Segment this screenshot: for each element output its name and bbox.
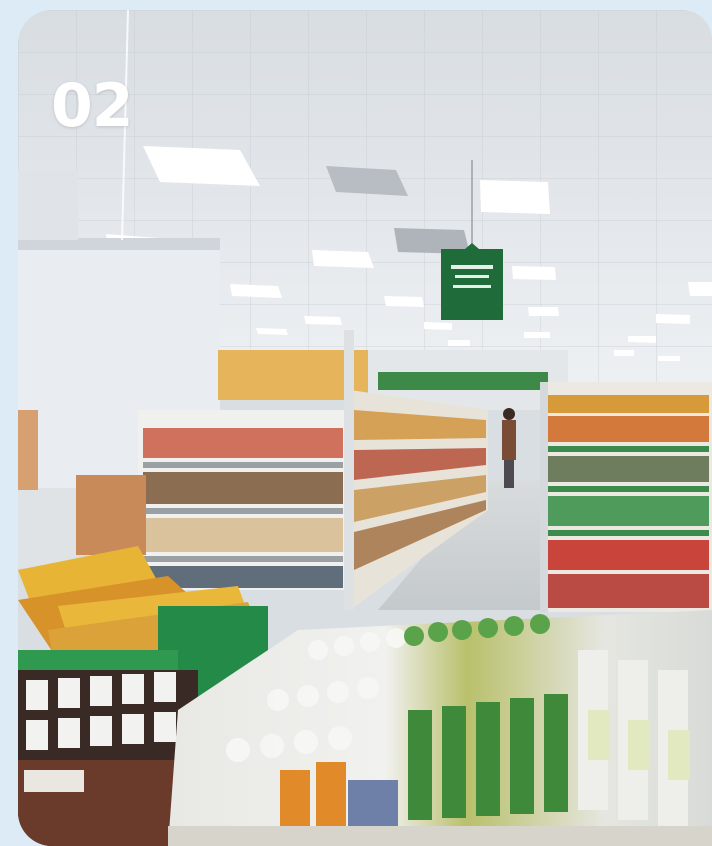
photo-card: 02 — [18, 10, 712, 846]
hanging-aisle-sign-icon — [441, 243, 503, 320]
step-number: 02 — [51, 71, 133, 141]
